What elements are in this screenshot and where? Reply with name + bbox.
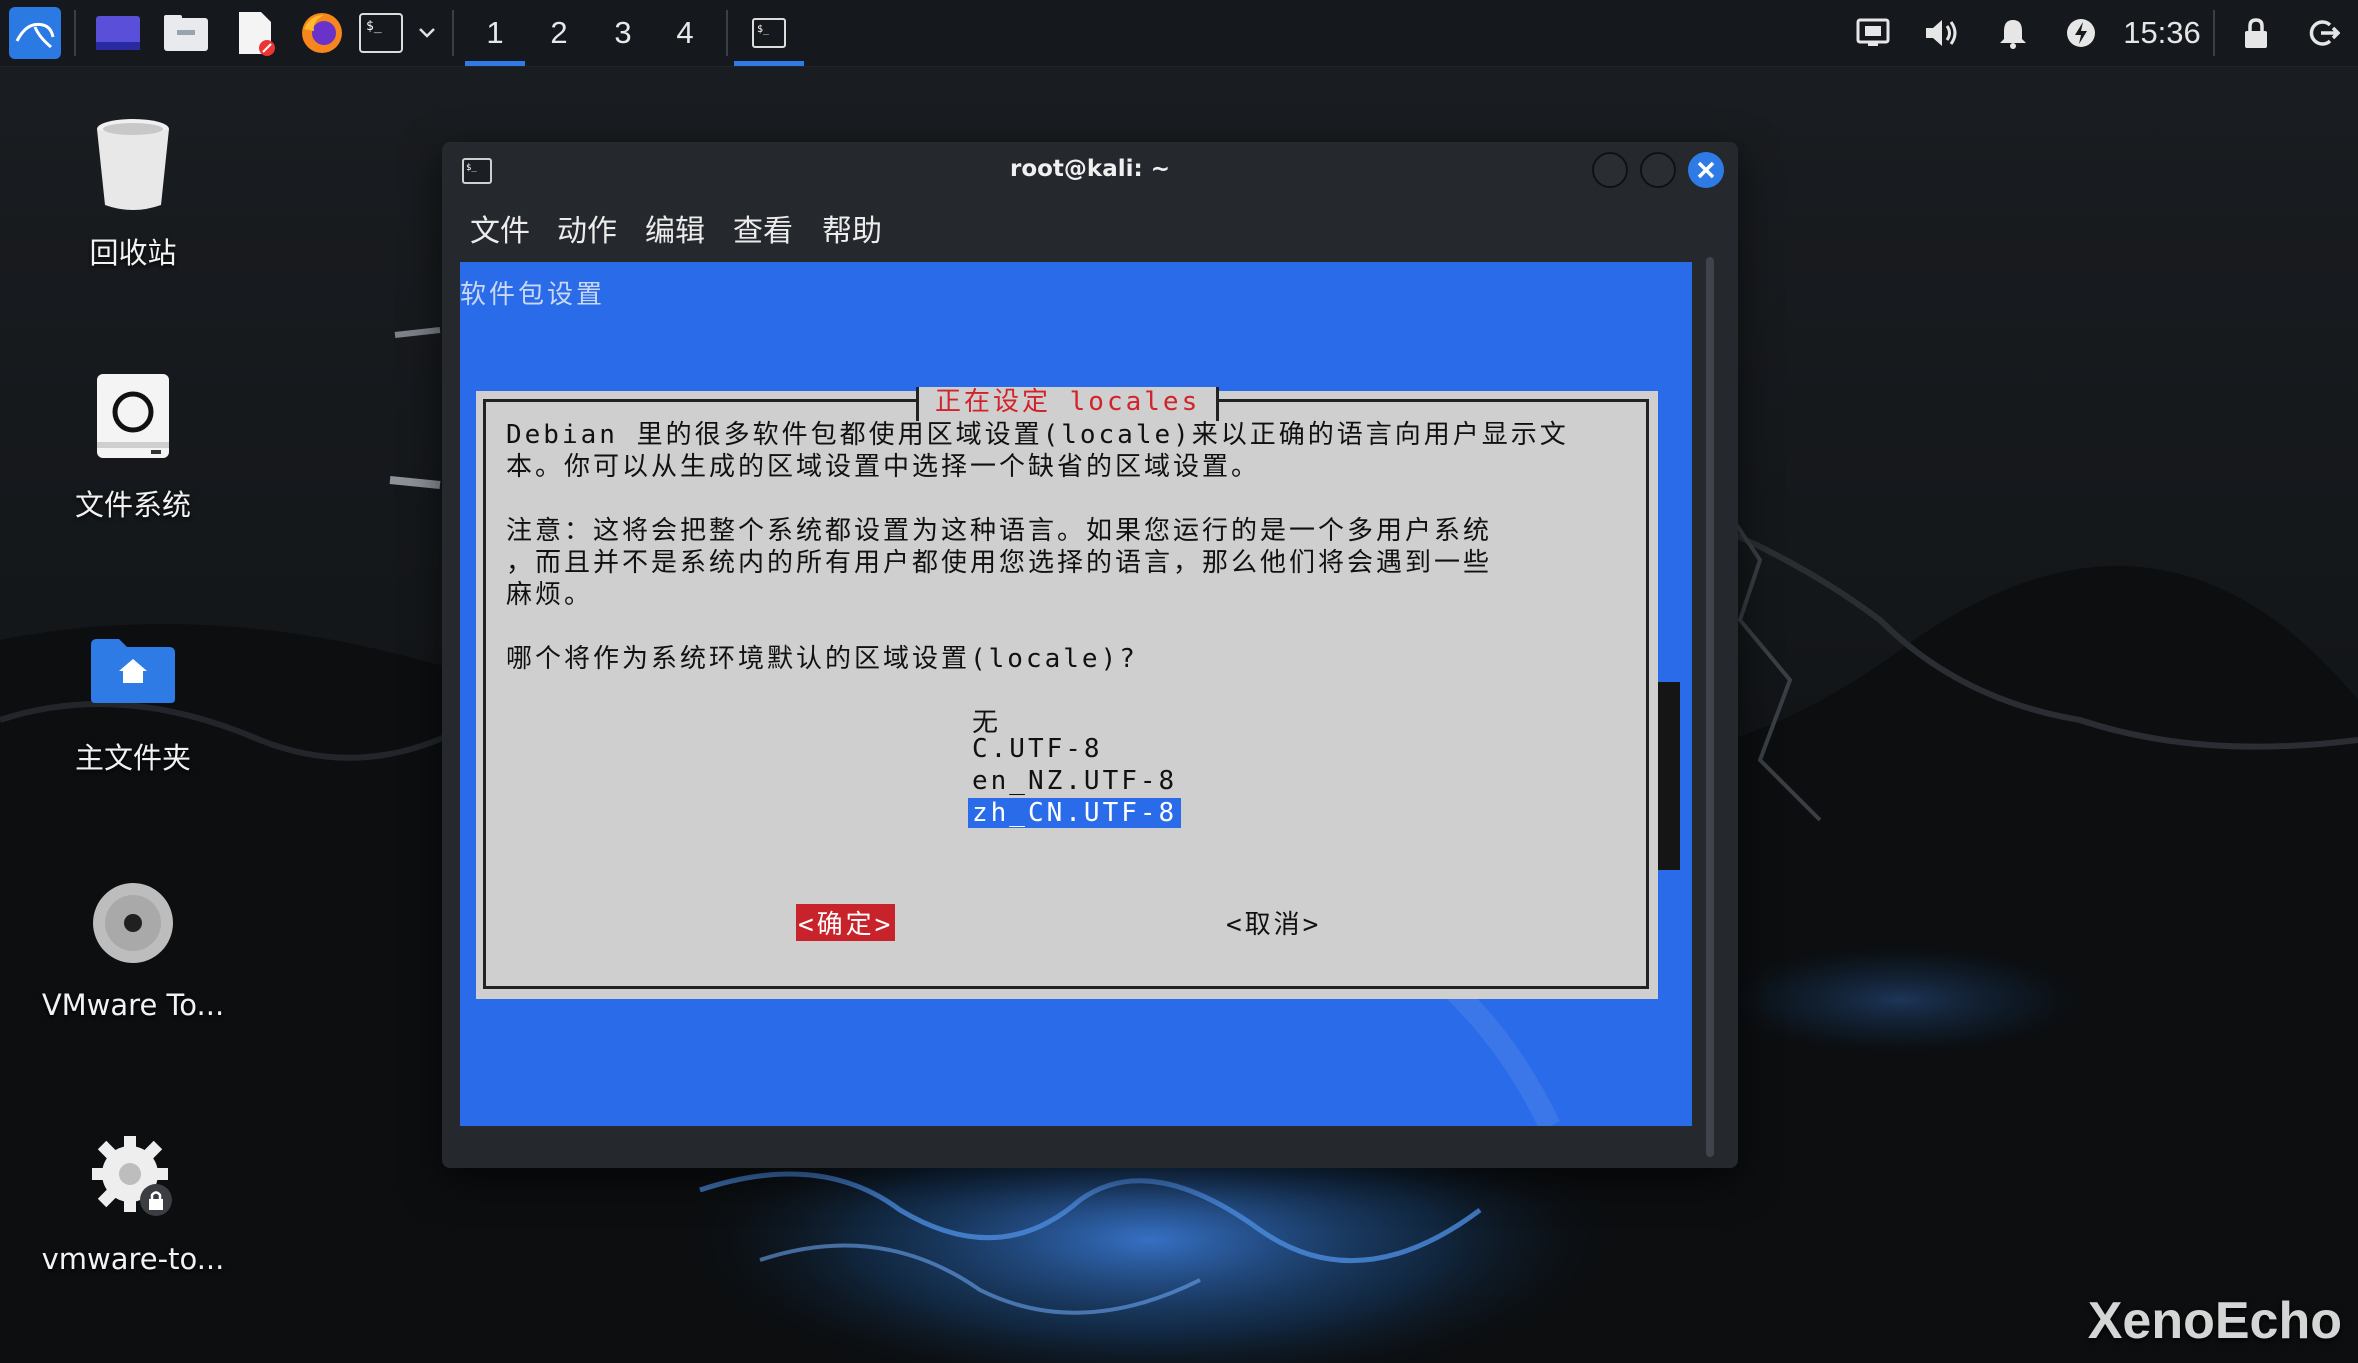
lock-icon[interactable] xyxy=(2232,0,2280,66)
desktop-item-label: 主文件夹 xyxy=(74,741,191,775)
maximize-button[interactable] xyxy=(1640,152,1676,188)
menu-edit[interactable]: 编辑 xyxy=(645,206,705,250)
locales-dialog: 正在设定 locales Debian 里的很多软件包都使用区域设置(local… xyxy=(476,387,1658,999)
dialog-question: 哪个将作为系统环境默认的区域设置(locale)? xyxy=(506,644,1138,674)
dialog-text-line: 本。你可以从生成的区域设置中选择一个缺省的区域设置。 xyxy=(506,452,1261,482)
terminal-screen[interactable]: 软件包设置 正在设定 locales Debian 里的很多软件包都使用区域设置… xyxy=(460,262,1692,1126)
home-folder-icon xyxy=(33,615,233,725)
menu-view[interactable]: 查看 xyxy=(733,206,793,250)
desktop-item-label: vmware-to... xyxy=(41,1242,225,1276)
clock[interactable]: 15:36 xyxy=(2112,0,2212,66)
dialog-text-line: 麻烦。 xyxy=(506,580,594,610)
panel-separator xyxy=(2213,10,2215,56)
window-titlebar[interactable]: $_ root@kali: ~ xyxy=(442,142,1738,202)
desktop-item-home[interactable]: 主文件夹 xyxy=(33,615,233,777)
close-icon xyxy=(1697,161,1715,179)
desktop-item-label: 回收站 xyxy=(89,236,177,270)
dialog-text-line: ，而且并不是系统内的所有用户都使用您选择的语言，那么他们将会遇到一些 xyxy=(506,548,1493,578)
menu-help[interactable]: 帮助 xyxy=(822,206,882,250)
cdrom-disc-icon xyxy=(33,868,233,978)
svg-text:$_: $_ xyxy=(366,19,382,34)
package-config-title: 软件包设置 xyxy=(460,280,606,310)
panel-separator xyxy=(726,10,728,56)
terminal-scrollbar[interactable] xyxy=(1706,257,1714,1157)
terminal-task-icon[interactable]: $_ xyxy=(734,0,804,66)
dropdown-chevron-icon[interactable] xyxy=(410,0,444,66)
desktop-item-vmware-tools-archive[interactable]: vmware-to... xyxy=(33,1122,233,1276)
locale-option-en-nz-utf8[interactable]: en_NZ.UTF-8 xyxy=(968,766,1181,796)
workspace-1[interactable]: 1 xyxy=(465,0,525,66)
filesystem-drive-icon xyxy=(33,362,233,472)
close-button[interactable] xyxy=(1688,152,1724,188)
desktop-item-label: 文件系统 xyxy=(74,488,191,522)
file-manager-icon[interactable] xyxy=(156,0,216,66)
locale-option-c-utf8[interactable]: C.UTF-8 xyxy=(968,734,1107,764)
menu-file[interactable]: 文件 xyxy=(470,206,530,250)
text-editor-icon[interactable] xyxy=(226,0,286,66)
locale-option-zh-cn-utf8[interactable]: zh_CN.UTF-8 xyxy=(968,798,1182,828)
workspace-4[interactable]: 4 xyxy=(655,0,715,66)
ok-button[interactable]: <确定> xyxy=(796,904,896,941)
notification-bell-icon[interactable] xyxy=(1988,0,2038,66)
panel-separator xyxy=(452,10,454,56)
firefox-icon[interactable] xyxy=(292,0,352,66)
workspace-2[interactable]: 2 xyxy=(529,0,589,66)
minimize-button[interactable] xyxy=(1592,152,1628,188)
kali-menu-icon[interactable] xyxy=(4,0,66,66)
desktop-item-label: VMware To... xyxy=(41,988,225,1022)
trash-icon xyxy=(33,110,233,220)
desktop-item-trash[interactable]: 回收站 xyxy=(33,110,233,272)
desktop-icon[interactable] xyxy=(88,0,148,66)
desktop-item-filesystem[interactable]: 文件系统 xyxy=(33,362,233,524)
volume-icon[interactable] xyxy=(1918,0,1968,66)
settings-gear-lock-icon xyxy=(33,1122,233,1232)
menu-actions[interactable]: 动作 xyxy=(557,206,617,250)
window-title: root@kali: ~ xyxy=(1009,156,1170,182)
power-manager-icon[interactable] xyxy=(2056,0,2106,66)
window-menubar: 文件 动作 编辑 查看 帮助 xyxy=(442,202,1738,252)
watermark-text: XenoEcho xyxy=(2087,1292,2342,1350)
cancel-button[interactable]: <取消> xyxy=(1226,904,1321,941)
svg-text:$_: $_ xyxy=(757,24,770,35)
panel-separator xyxy=(74,10,76,56)
dialog-border xyxy=(483,399,1649,989)
network-icon[interactable] xyxy=(1848,0,1898,66)
workspace-3[interactable]: 3 xyxy=(593,0,653,66)
top-panel: $_ 1 2 3 4 $_ 15:36 xyxy=(0,0,2358,67)
terminal-icon[interactable]: $_ xyxy=(356,0,406,66)
terminal-window: $_ root@kali: ~ 文件 动作 编辑 查看 帮助 软件包设置 正在设… xyxy=(442,142,1738,1168)
desktop-item-vmware-tools-cd[interactable]: VMware To... xyxy=(33,868,233,1022)
logout-icon[interactable] xyxy=(2300,0,2348,66)
